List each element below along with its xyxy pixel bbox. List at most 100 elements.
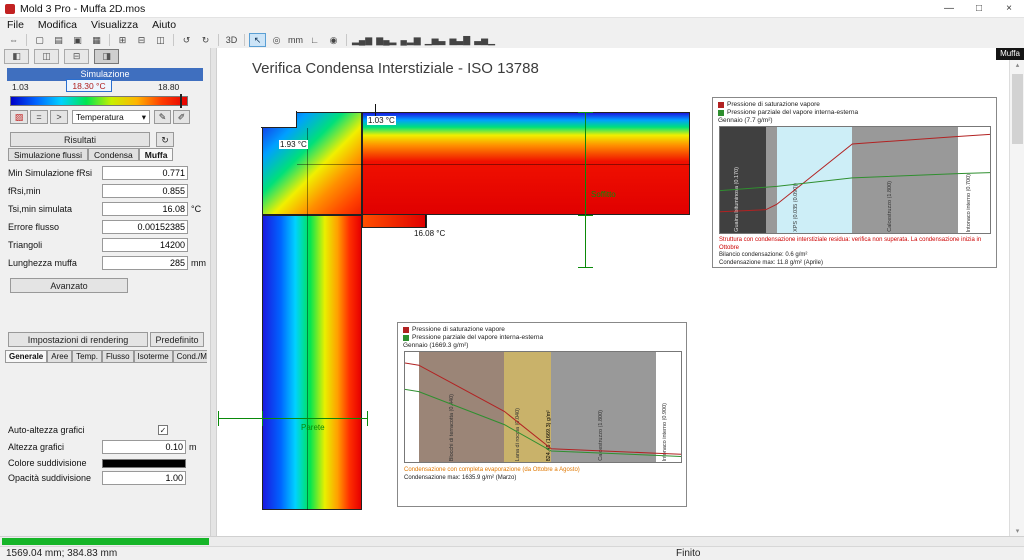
avanzato-button[interactable]: Avanzato bbox=[10, 278, 128, 293]
frsi-min-field[interactable] bbox=[102, 184, 188, 198]
tsi-min-field[interactable] bbox=[102, 202, 188, 216]
cursor-coordinates: 1569.04 mm; 384.83 mm bbox=[6, 548, 117, 559]
zoom-icon[interactable]: ◎ bbox=[268, 33, 285, 47]
print-icon[interactable]: ▦ bbox=[88, 33, 105, 47]
altezza-grafici-field[interactable] bbox=[102, 440, 186, 454]
layout-split-button[interactable]: ◫ bbox=[34, 49, 59, 64]
close-button[interactable]: × bbox=[994, 0, 1024, 17]
drawing-canvas[interactable]: Verifica Condensa Interstiziale - ISO 13… bbox=[217, 48, 1024, 536]
menu-file[interactable]: File bbox=[0, 18, 31, 32]
chart-temp-icon[interactable]: ▆▄▂ bbox=[375, 33, 397, 47]
toolbar-separator bbox=[109, 34, 110, 46]
eyedropper-button[interactable]: ✎ bbox=[154, 110, 171, 124]
menu-aiuto[interactable]: Aiuto bbox=[145, 18, 183, 32]
impostazioni-rendering-button[interactable]: Impostazioni di rendering bbox=[8, 332, 148, 347]
altezza-grafici-label: Altezza grafici bbox=[8, 442, 64, 452]
statusbar: 1569.04 mm; 384.83 mm Finito bbox=[0, 546, 1024, 560]
select-icon[interactable]: ↖ bbox=[249, 33, 266, 47]
toolbar-separator bbox=[173, 34, 174, 46]
parete-measure-line bbox=[218, 418, 368, 419]
scroll-down-icon[interactable]: ▾ bbox=[1010, 527, 1024, 535]
saturation-legend-label: Pressione di saturazione vapore bbox=[727, 101, 820, 108]
legend-row: Pressione di saturazione vapore bbox=[403, 326, 505, 333]
tab-temp[interactable]: Temp. bbox=[72, 350, 102, 363]
minimize-button[interactable]: — bbox=[934, 0, 964, 17]
scale-min-label: 1.03 bbox=[12, 82, 29, 92]
legend-row: Pressione di saturazione vapore bbox=[718, 101, 820, 108]
paste-icon[interactable]: ⊟ bbox=[133, 33, 150, 47]
scale-marker[interactable] bbox=[180, 94, 182, 108]
temperature-scale[interactable] bbox=[10, 96, 188, 106]
lunghezza-muffa-field[interactable] bbox=[102, 256, 188, 270]
open-icon[interactable]: ▤ bbox=[50, 33, 67, 47]
layout-single-button[interactable]: ◧ bbox=[4, 49, 29, 64]
scroll-up-icon[interactable]: ▴ bbox=[1010, 61, 1024, 69]
duplicate-icon[interactable]: ◫ bbox=[152, 33, 169, 47]
opacita-suddivisione-field[interactable] bbox=[102, 471, 186, 485]
tab-muffa[interactable]: Muffa bbox=[139, 148, 174, 161]
measure-tick bbox=[578, 215, 593, 216]
ruler-icon[interactable]: mm bbox=[287, 33, 304, 47]
reset-scale-button[interactable]: ▨ bbox=[10, 110, 28, 124]
saturation-legend-swatch bbox=[403, 327, 409, 333]
vertical-scrollbar[interactable]: ▴ ▾ bbox=[1009, 60, 1024, 536]
tab-flusso[interactable]: Flusso bbox=[102, 350, 134, 363]
chart-flux-icon[interactable]: ▂▄▆ bbox=[351, 33, 373, 47]
maximize-button[interactable]: □ bbox=[964, 0, 994, 17]
temp-tick bbox=[425, 215, 426, 228]
chart-lines bbox=[405, 352, 681, 462]
tab-cond-muffa[interactable]: Cond./Muffa bbox=[173, 350, 207, 363]
new-icon[interactable]: ▢ bbox=[31, 33, 48, 47]
redo-icon[interactable]: ↻ bbox=[197, 33, 214, 47]
menu-visualizza[interactable]: Visualizza bbox=[84, 18, 145, 32]
save-icon[interactable]: ▣ bbox=[69, 33, 86, 47]
condensation-warning: Struttura con condensazione interstizial… bbox=[719, 237, 990, 252]
status-state: Finito bbox=[676, 548, 700, 559]
tab-isoterme[interactable]: Isoterme bbox=[134, 350, 173, 363]
risultati-button[interactable]: Risultati bbox=[10, 132, 150, 147]
field-suffix: °C bbox=[191, 204, 201, 214]
chart-mold-icon[interactable]: ▃▅▁ bbox=[473, 33, 496, 47]
corner-icon[interactable]: ∟ bbox=[306, 33, 323, 47]
colore-suddivisione-swatch[interactable] bbox=[102, 459, 186, 468]
3d-toggle[interactable]: 3D bbox=[223, 33, 240, 47]
bottom-strip bbox=[0, 536, 1024, 546]
triangoli-field[interactable] bbox=[102, 238, 188, 252]
sidebar: ◧ ◫ ⊟ ◨ Simulazione 1.03 18.80 18.30 °C … bbox=[0, 48, 210, 536]
titlebar: Mold 3 Pro - Muffa 2D.mos — □ × bbox=[0, 0, 1024, 18]
tab-generale[interactable]: Generale bbox=[5, 350, 47, 363]
layout-horizontal-button[interactable]: ⊟ bbox=[64, 49, 89, 64]
auto-height-checkbox[interactable]: ✓ bbox=[158, 425, 168, 435]
undo-icon[interactable]: ↺ bbox=[178, 33, 195, 47]
pan-icon[interactable]: ⇔ bbox=[5, 33, 22, 47]
menu-modifica[interactable]: Modifica bbox=[31, 18, 84, 32]
greater-button[interactable]: > bbox=[50, 110, 68, 124]
layout-quad-button[interactable]: ◨ bbox=[94, 49, 119, 64]
scrollbar-thumb[interactable] bbox=[1012, 74, 1023, 144]
quantity-select[interactable]: Temperatura ▾ bbox=[72, 110, 150, 124]
panel-splitter[interactable] bbox=[210, 48, 217, 536]
view-tab-muffa[interactable]: Muffa bbox=[996, 48, 1024, 60]
field-label: Tsi,min simulata bbox=[8, 204, 72, 214]
errore-flusso-field[interactable] bbox=[102, 220, 188, 234]
glaser-plot: Guaina bituminosa (0.170) XPS (0.035 (0.… bbox=[719, 126, 991, 234]
predefinito-button[interactable]: Predefinito bbox=[150, 332, 204, 347]
chart-humidity-icon[interactable]: ▁▅▃ bbox=[424, 33, 447, 47]
field-label: fRsi,min bbox=[8, 186, 41, 196]
layer-boundary-line bbox=[307, 128, 308, 510]
corner-temp-label: 1.93 °C bbox=[279, 140, 308, 149]
legend-row: Pressione parziale del vapore interna-es… bbox=[718, 109, 858, 116]
refresh-button[interactable]: ↻ bbox=[156, 132, 174, 147]
min-simulazione-frsi-field[interactable] bbox=[102, 166, 188, 180]
eye-icon[interactable]: ◉ bbox=[325, 33, 342, 47]
toolbar-separator bbox=[244, 34, 245, 46]
measure-tick bbox=[578, 267, 593, 268]
tab-condensa[interactable]: Condensa bbox=[88, 148, 139, 161]
copy-icon[interactable]: ⊞ bbox=[114, 33, 131, 47]
chart-pressure-icon[interactable]: ▄▂▆ bbox=[399, 33, 421, 47]
pencil-button[interactable]: ✐ bbox=[173, 110, 190, 124]
chart-condensation-icon[interactable]: ▅▃▇ bbox=[448, 33, 471, 47]
equal-button[interactable]: = bbox=[30, 110, 48, 124]
tab-simulazione-flussi[interactable]: Simulazione flussi bbox=[8, 148, 88, 161]
tab-aree[interactable]: Aree bbox=[47, 350, 72, 363]
